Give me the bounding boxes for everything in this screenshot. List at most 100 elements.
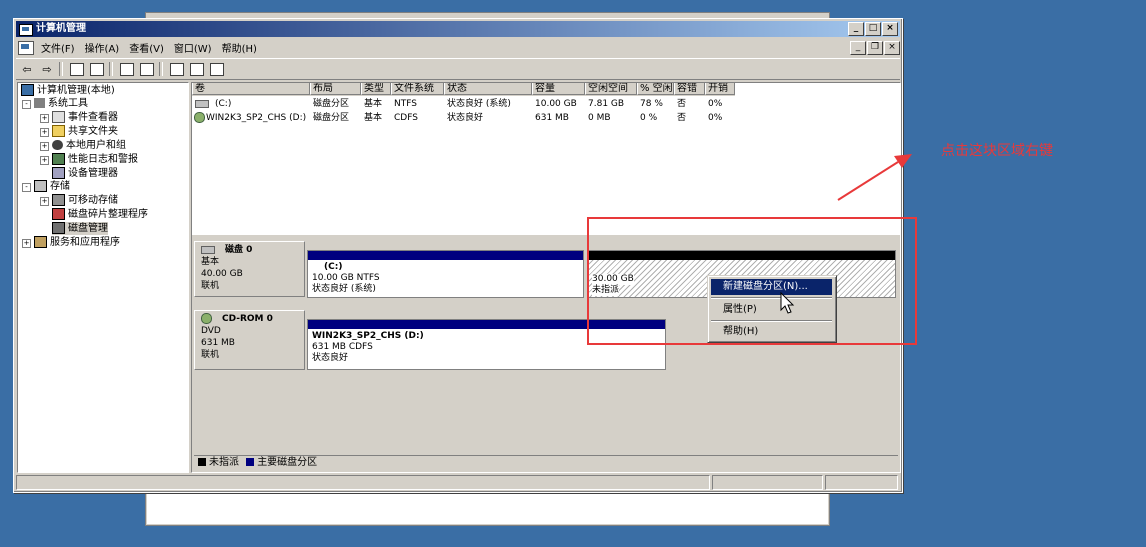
tree-root[interactable]: 计算机管理(本地) bbox=[21, 84, 115, 97]
tree-removable-storage[interactable]: 可移动存储 bbox=[52, 194, 118, 207]
cell-type: 基本 bbox=[364, 99, 383, 109]
col-fault-tolerance[interactable]: 容错 bbox=[674, 83, 705, 95]
event-viewer-icon bbox=[52, 111, 65, 123]
services-icon bbox=[34, 236, 47, 248]
settings-icon[interactable] bbox=[188, 61, 206, 77]
tree-shared-folders[interactable]: 共享文件夹 bbox=[52, 125, 118, 138]
toolbar: ⇦ ⇨ bbox=[16, 58, 900, 80]
collapse-icon[interactable]: - bbox=[22, 100, 31, 109]
volume-list-header: 卷 布局 类型 文件系统 状态 容量 空闲空间 % 空闲 容错 开销 bbox=[192, 83, 735, 96]
view-icon[interactable] bbox=[138, 61, 156, 77]
cdrom0-label[interactable]: CD-ROM 0 DVD 631 MB 联机 bbox=[194, 310, 305, 370]
console-tree: 计算机管理(本地) - 系统工具 + 事件查看器 + 共享文件夹 + 本地用户和… bbox=[17, 82, 189, 473]
tree-services-apps[interactable]: 服务和应用程序 bbox=[34, 236, 120, 249]
col-volume[interactable]: 卷 bbox=[192, 83, 310, 95]
expand-icon[interactable]: + bbox=[22, 239, 31, 248]
show-tree-icon[interactable] bbox=[88, 61, 106, 77]
cell-percent-free: 0 % bbox=[640, 113, 658, 123]
back-icon[interactable]: ⇦ bbox=[18, 61, 36, 77]
storage-icon bbox=[34, 180, 47, 192]
cell-status: 状态良好 (系统) bbox=[447, 99, 511, 109]
hard-disk-icon bbox=[201, 245, 215, 254]
tools-icon bbox=[34, 98, 45, 108]
cell-filesystem: NTFS bbox=[394, 99, 417, 109]
cell-type: 基本 bbox=[364, 113, 383, 123]
col-type[interactable]: 类型 bbox=[361, 83, 391, 95]
col-percent-free[interactable]: % 空闲 bbox=[637, 83, 674, 95]
cell-capacity: 631 MB bbox=[535, 113, 569, 123]
tree-storage[interactable]: 存储 bbox=[34, 180, 70, 193]
expand-icon[interactable]: + bbox=[40, 114, 49, 123]
computer-management-icon bbox=[19, 24, 33, 36]
col-free-space[interactable]: 空闲空间 bbox=[585, 83, 637, 95]
up-level-icon[interactable] bbox=[68, 61, 86, 77]
cell-filesystem: CDFS bbox=[394, 113, 418, 123]
cell-layout: 磁盘分区 bbox=[313, 113, 350, 123]
cell-percent-free: 78 % bbox=[640, 99, 663, 109]
device-manager-icon bbox=[52, 167, 65, 179]
arrow-icon bbox=[837, 154, 912, 201]
expand-icon[interactable]: + bbox=[40, 197, 49, 206]
tree-device-manager[interactable]: 设备管理器 bbox=[52, 167, 118, 180]
window-title: 计算机管理 bbox=[36, 23, 86, 34]
mdi-restore-button[interactable]: ❐ bbox=[867, 41, 883, 55]
help-icon[interactable] bbox=[168, 61, 186, 77]
table-row[interactable]: (C:) 磁盘分区 基本 NTFS 状态良好 (系统) 10.00 GB 7.8… bbox=[192, 97, 735, 111]
col-capacity[interactable]: 容量 bbox=[532, 83, 585, 95]
cell-status: 状态良好 bbox=[447, 113, 484, 123]
computer-icon bbox=[21, 84, 34, 96]
expand-icon[interactable]: + bbox=[40, 142, 49, 151]
collapse-icon[interactable]: - bbox=[22, 183, 31, 192]
primary-swatch bbox=[246, 458, 255, 466]
cell-fault-tolerance: 否 bbox=[677, 99, 687, 109]
cell-overhead: 0% bbox=[708, 99, 723, 109]
performance-icon bbox=[52, 153, 65, 165]
title-bar[interactable]: 计算机管理 _ □ × bbox=[16, 21, 900, 37]
minimize-button[interactable]: _ bbox=[848, 22, 864, 36]
menu-bar: 文件(F) 操作(A) 查看(V) 窗口(W) 帮助(H) bbox=[16, 39, 900, 56]
mdi-close-button[interactable]: × bbox=[884, 41, 900, 55]
cd-icon bbox=[201, 313, 212, 324]
col-filesystem[interactable]: 文件系统 bbox=[391, 83, 444, 95]
mdi-minimize-button[interactable]: _ bbox=[850, 41, 866, 55]
annotation-text: 点击这块区域右键 bbox=[941, 143, 1053, 159]
tree-disk-management[interactable]: 磁盘管理 bbox=[52, 222, 108, 235]
menu-window[interactable]: 窗口(W) bbox=[169, 40, 217, 55]
cd-icon bbox=[194, 112, 205, 123]
defrag-icon bbox=[52, 208, 65, 220]
menu-view[interactable]: 查看(V) bbox=[124, 40, 169, 55]
expand-icon[interactable]: + bbox=[40, 156, 49, 165]
forward-icon[interactable]: ⇨ bbox=[38, 61, 56, 77]
col-status[interactable]: 状态 bbox=[444, 83, 532, 95]
status-bar bbox=[16, 475, 900, 490]
folder-icon bbox=[52, 125, 65, 137]
refresh-icon[interactable] bbox=[208, 61, 226, 77]
hard-disk-icon bbox=[195, 99, 209, 108]
partition-c[interactable]: (C:) 10.00 GB NTFS 状态良好 (系统) bbox=[307, 250, 584, 298]
disk-management-icon bbox=[52, 222, 65, 234]
close-button[interactable]: × bbox=[882, 22, 898, 36]
tree-defrag[interactable]: 磁盘碎片整理程序 bbox=[52, 208, 148, 221]
properties-icon[interactable] bbox=[118, 61, 136, 77]
tree-perf-logs[interactable]: 性能日志和警报 bbox=[52, 153, 138, 166]
tree-system-tools[interactable]: 系统工具 bbox=[34, 97, 88, 110]
unallocated-swatch bbox=[198, 458, 206, 466]
menu-action[interactable]: 操作(A) bbox=[80, 40, 125, 55]
cell-layout: 磁盘分区 bbox=[313, 99, 350, 109]
users-icon bbox=[52, 140, 63, 150]
expand-icon[interactable]: + bbox=[40, 128, 49, 137]
highlight-box bbox=[587, 217, 917, 345]
disk0-label[interactable]: 磁盘 0 基本 40.00 GB 联机 bbox=[194, 241, 305, 297]
menu-file[interactable]: 文件(F) bbox=[36, 40, 80, 55]
system-menu-icon[interactable] bbox=[18, 40, 34, 55]
menu-help[interactable]: 帮助(H) bbox=[217, 40, 262, 55]
col-layout[interactable]: 布局 bbox=[310, 83, 361, 95]
cell-capacity: 10.00 GB bbox=[535, 99, 577, 109]
legend: 未指派 主要磁盘分区 bbox=[194, 455, 898, 470]
table-row[interactable]: WIN2K3_SP2_CHS (D:) 磁盘分区 基本 CDFS 状态良好 63… bbox=[192, 111, 735, 125]
tree-event-viewer[interactable]: 事件查看器 bbox=[52, 111, 118, 124]
cell-fault-tolerance: 否 bbox=[677, 113, 687, 123]
maximize-button[interactable]: □ bbox=[865, 22, 881, 36]
col-overhead[interactable]: 开销 bbox=[705, 83, 735, 95]
tree-local-users[interactable]: 本地用户和组 bbox=[52, 139, 126, 152]
